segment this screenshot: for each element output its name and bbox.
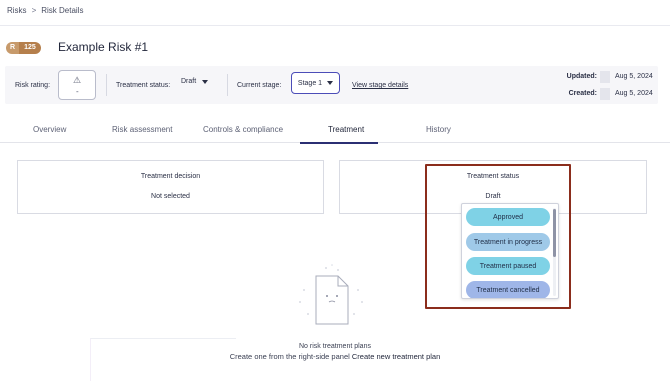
tab-history[interactable]: History [426, 125, 451, 134]
tab-treatment[interactable]: Treatment [328, 125, 364, 134]
empty-state-title: No risk treatment plans [299, 343, 371, 350]
breadcrumb-separator-icon: > [31, 6, 37, 15]
empty-state-hint: Create one from the right-side panel [229, 352, 350, 361]
scrollbar-thumb[interactable] [553, 209, 556, 257]
divider [106, 74, 107, 96]
tab-controls-compliance[interactable]: Controls & compliance [203, 125, 283, 134]
empty-state-subtitle: Create one from the right-side panel Cre… [0, 352, 670, 361]
treatment-decision-card[interactable]: Treatment decision Not selected [17, 160, 324, 214]
chevron-down-icon [327, 81, 334, 85]
current-stage-label: Current stage: [237, 82, 282, 89]
risk-id-letter: R [6, 42, 20, 54]
created-marker [600, 88, 610, 100]
treatment-status-value: Draft [181, 78, 197, 85]
treatment-status-menu: Approved Treatment in progress Treatment… [461, 203, 559, 299]
updated-marker [600, 71, 610, 83]
active-tab-indicator [300, 142, 378, 144]
treatment-decision-title: Treatment decision [140, 173, 201, 180]
view-stage-details-link[interactable]: View stage details [352, 82, 408, 89]
risk-id-badge: R 125 [6, 42, 41, 54]
created-value: Aug 5, 2024 [615, 90, 653, 97]
status-option-in-progress[interactable]: Treatment in progress [466, 233, 550, 251]
updated-value: Aug 5, 2024 [615, 73, 653, 80]
divider [0, 25, 670, 26]
current-stage-value: Stage 1 [297, 79, 323, 87]
status-option-cancelled[interactable]: Treatment cancelled [466, 281, 550, 298]
status-option-paused[interactable]: Treatment paused [466, 257, 550, 275]
risk-meta-bar: Risk rating: ⚠ - Treatment status: Draft… [5, 66, 658, 104]
risk-id-number: 125 [19, 42, 41, 54]
status-option-approved[interactable]: Approved [466, 208, 550, 226]
risk-rating-label: Risk rating: [15, 82, 51, 89]
treatment-decision-value: Not selected [151, 193, 190, 200]
tab-bar: Overview Risk assessment Controls & comp… [0, 117, 670, 144]
empty-document-icon [299, 264, 363, 325]
risk-rating-value: - [76, 87, 79, 96]
created-label: Created: [568, 90, 597, 97]
divider [227, 74, 228, 96]
page-title: Example Risk #1 [58, 40, 149, 54]
current-stage-dropdown[interactable]: Stage 1 [291, 72, 340, 94]
breadcrumb: Risks > Risk Details [7, 6, 83, 15]
risk-rating-box[interactable]: ⚠ - [58, 70, 96, 100]
breadcrumb-root[interactable]: Risks [7, 6, 27, 15]
treatment-status-dropdown[interactable]: Draft [181, 78, 209, 85]
breadcrumb-current: Risk Details [41, 6, 84, 15]
warning-icon: ⚠ [73, 75, 82, 85]
updated-label: Updated: [566, 73, 597, 80]
treatment-status-label: Treatment status: [116, 82, 171, 89]
create-treatment-plan-link[interactable]: Create new treatment plan [352, 352, 440, 361]
tab-overview[interactable]: Overview [33, 125, 66, 134]
chevron-down-icon [202, 79, 209, 84]
tab-risk-assessment[interactable]: Risk assessment [112, 125, 172, 134]
